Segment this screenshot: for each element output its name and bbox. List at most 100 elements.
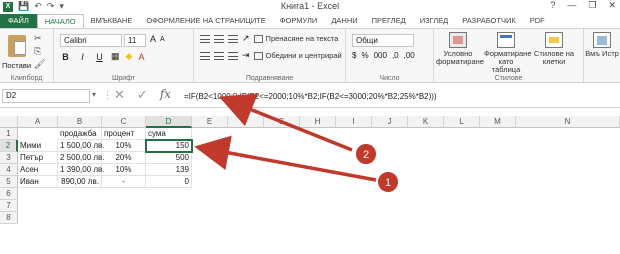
- row-header[interactable]: 3: [0, 152, 18, 164]
- tab-file[interactable]: ФАЙЛ: [0, 14, 37, 28]
- underline-button[interactable]: U: [94, 52, 105, 62]
- cell-c3[interactable]: 20%: [102, 152, 146, 164]
- increase-decimal-button[interactable]: ,0: [392, 51, 399, 60]
- borders-icon[interactable]: ▦: [111, 51, 120, 62]
- row-header[interactable]: 2: [0, 140, 18, 152]
- bold-button[interactable]: B: [60, 52, 71, 62]
- cell-d3[interactable]: 500: [146, 152, 192, 164]
- cell-styles-button[interactable]: Стилове на клетки: [532, 32, 576, 66]
- format-painter-icon[interactable]: 🖌: [34, 59, 45, 70]
- shrink-font-button[interactable]: A: [160, 36, 165, 43]
- wrap-text-button[interactable]: Пренасяне на текста: [253, 34, 338, 43]
- grow-font-button[interactable]: A: [150, 34, 156, 44]
- fill-color-icon[interactable]: ◆: [126, 51, 133, 62]
- cell-d5[interactable]: 0: [146, 176, 192, 188]
- row-header[interactable]: 5: [0, 176, 18, 188]
- row-header[interactable]: 6: [0, 188, 18, 200]
- cell-b4[interactable]: 1 390,00 лв.: [58, 164, 105, 176]
- cell-a5[interactable]: Иван: [18, 176, 58, 188]
- currency-button[interactable]: $: [352, 51, 356, 60]
- column-header[interactable]: J: [372, 116, 408, 128]
- italic-button[interactable]: I: [77, 52, 88, 62]
- merge-center-button[interactable]: Обедини и центрирай: [253, 51, 342, 60]
- insert-function-icon[interactable]: fx: [160, 87, 171, 103]
- restore-button[interactable]: ❐: [588, 0, 596, 11]
- column-header[interactable]: G: [264, 116, 300, 128]
- align-bottom-icon[interactable]: [228, 34, 238, 43]
- tab-review[interactable]: ПРЕГЛЕД: [365, 14, 413, 28]
- tab-page-layout[interactable]: ОФОРМЛЕНИЕ НА СТРАНИЦИТЕ: [139, 14, 272, 28]
- formula-bar-splitter-icon[interactable]: ⋮: [103, 90, 112, 101]
- comma-style-button[interactable]: 000: [374, 51, 387, 60]
- cell-b5[interactable]: 890,00 лв.: [58, 176, 102, 188]
- column-header[interactable]: I: [336, 116, 372, 128]
- align-top-icon[interactable]: [200, 34, 210, 43]
- row-header[interactable]: 1: [0, 128, 18, 140]
- decrease-decimal-button[interactable]: ,00: [404, 51, 415, 60]
- tab-developer[interactable]: РАЗРАБОТЧИК: [455, 14, 522, 28]
- cancel-entry-icon[interactable]: ✕: [114, 87, 125, 103]
- column-header[interactable]: C: [102, 116, 146, 128]
- cell-c2[interactable]: 10%: [102, 140, 146, 152]
- name-box[interactable]: D2: [2, 89, 90, 103]
- name-box-dropdown-icon[interactable]: ▾: [92, 90, 96, 99]
- cell-d4[interactable]: 139: [146, 164, 192, 176]
- cell-a4[interactable]: Асен: [18, 164, 58, 176]
- cell-c4[interactable]: 10%: [102, 164, 146, 176]
- copy-icon[interactable]: ⎘: [34, 46, 45, 57]
- paste-icon[interactable]: [6, 33, 28, 59]
- font-group-label: Шрифт: [111, 75, 136, 82]
- cell-c5[interactable]: -: [102, 176, 146, 188]
- cell-d2-active[interactable]: 150: [145, 139, 193, 153]
- tab-view[interactable]: ИЗГЛЕД: [413, 14, 456, 28]
- cell-b1[interactable]: продажба: [58, 128, 102, 140]
- cell-b3[interactable]: 2 500,00 лв.: [58, 152, 105, 164]
- enter-entry-icon[interactable]: ✓: [137, 87, 148, 103]
- tab-formulas[interactable]: ФОРМУЛИ: [273, 14, 325, 28]
- align-left-icon[interactable]: [200, 51, 210, 60]
- orientation-icon[interactable]: ↗: [242, 33, 250, 44]
- close-button[interactable]: ✕: [608, 0, 616, 11]
- column-header[interactable]: H: [300, 116, 336, 128]
- tab-home[interactable]: НАЧАЛО: [36, 14, 84, 28]
- column-header[interactable]: F: [228, 116, 264, 128]
- tab-insert[interactable]: ВМЪКВАНЕ: [84, 14, 140, 28]
- column-header[interactable]: D: [146, 116, 192, 128]
- font-color-icon[interactable]: A: [138, 52, 144, 62]
- tab-data[interactable]: ДАННИ: [324, 14, 364, 28]
- cell-c1[interactable]: процент: [102, 128, 146, 140]
- number-format-select[interactable]: Общи: [352, 34, 414, 47]
- tab-pdf[interactable]: PDF: [523, 14, 552, 28]
- column-header[interactable]: A: [18, 116, 58, 128]
- select-all-corner[interactable]: [0, 116, 18, 128]
- align-right-icon[interactable]: [228, 51, 238, 60]
- insert-cells-button[interactable]: Вмъ Истр: [584, 32, 620, 58]
- row-header[interactable]: 8: [0, 212, 18, 224]
- column-header[interactable]: E: [192, 116, 228, 128]
- align-center-icon[interactable]: [214, 51, 224, 60]
- minimize-button[interactable]: —: [567, 0, 576, 11]
- column-header[interactable]: L: [444, 116, 480, 128]
- font-name-select[interactable]: Calibri: [60, 34, 122, 47]
- cell-b2[interactable]: 1 500,00 лв.: [58, 140, 105, 152]
- cell-d1[interactable]: сума: [146, 128, 192, 140]
- row-header[interactable]: 4: [0, 164, 18, 176]
- format-as-table-button[interactable]: Форматиране като таблица: [484, 32, 532, 74]
- alignment-group-label: Подравняване: [245, 75, 294, 82]
- column-header[interactable]: N: [516, 116, 620, 128]
- formula-input[interactable]: =IF(B2<1000;0;IF(B2<=2000;10%*B2;IF(B2<=…: [184, 92, 437, 101]
- help-button[interactable]: ?: [550, 0, 555, 11]
- align-middle-icon[interactable]: [214, 34, 224, 43]
- font-size-select[interactable]: 11: [124, 34, 146, 47]
- column-header[interactable]: M: [480, 116, 516, 128]
- cut-icon[interactable]: ✂: [34, 33, 45, 44]
- column-header[interactable]: K: [408, 116, 444, 128]
- indent-icon[interactable]: ⇥: [242, 50, 250, 61]
- conditional-formatting-button[interactable]: Условно форматиране: [436, 32, 484, 66]
- cell-a2[interactable]: Мими: [18, 140, 58, 152]
- percent-button[interactable]: %: [361, 51, 368, 60]
- cell-a3[interactable]: Петър: [18, 152, 58, 164]
- column-header[interactable]: B: [58, 116, 102, 128]
- row-header[interactable]: 7: [0, 200, 18, 212]
- paste-button-label[interactable]: Постави: [2, 61, 31, 70]
